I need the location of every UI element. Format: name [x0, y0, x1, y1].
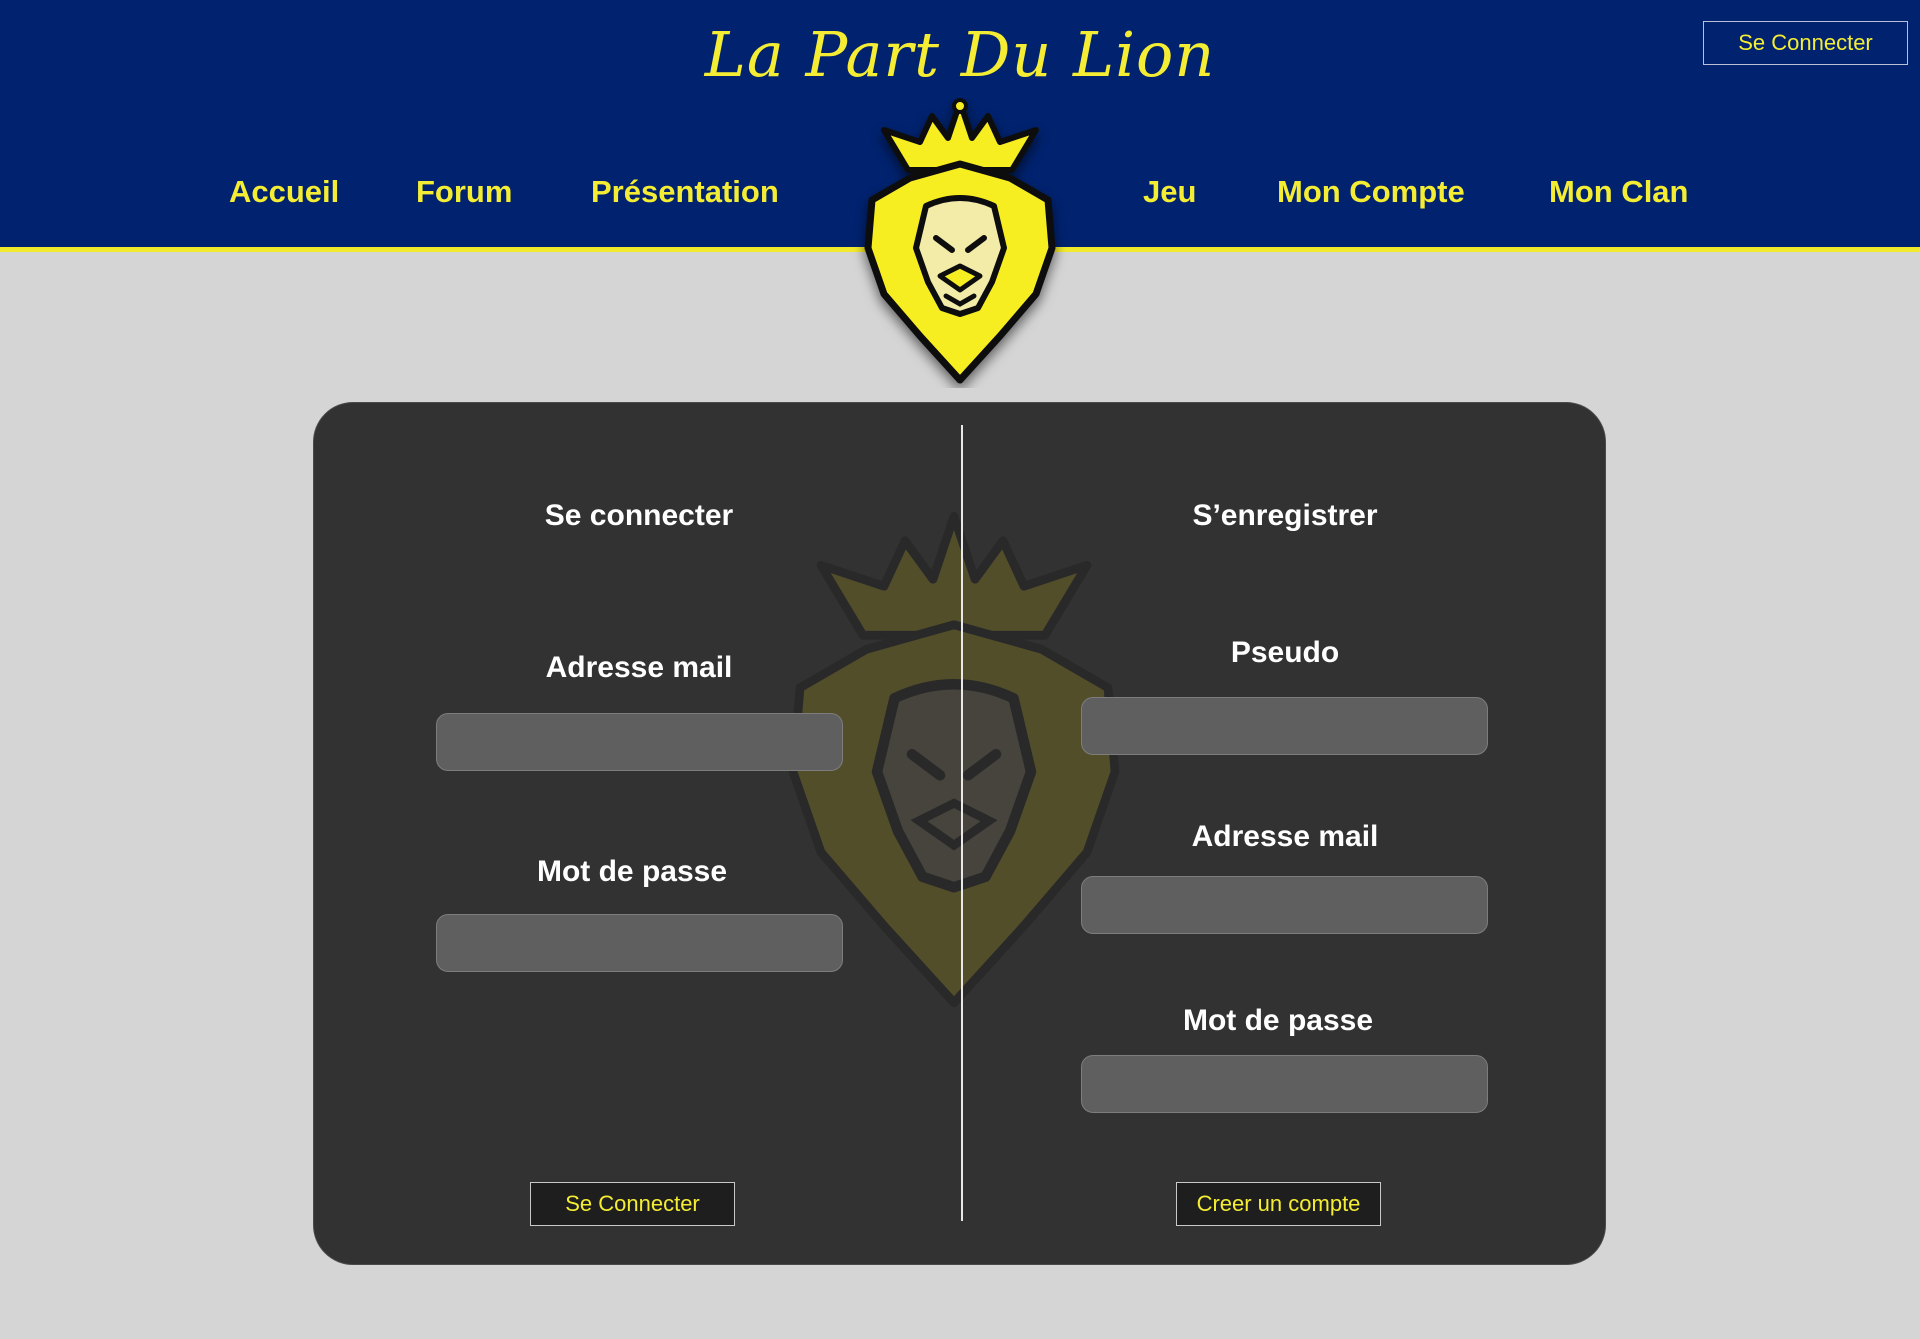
- register-submit-button[interactable]: Creer un compte: [1176, 1182, 1381, 1226]
- nav-item-mon-clan[interactable]: Mon Clan: [1549, 174, 1689, 210]
- register-email-input[interactable]: [1081, 876, 1488, 934]
- login-email-label: Adresse mail: [545, 651, 733, 684]
- brand-title: La Part Du Lion: [704, 18, 1216, 91]
- login-password-label: Mot de passe: [536, 855, 728, 888]
- register-pseudo-input[interactable]: [1081, 697, 1488, 755]
- login-title: Se connecter: [544, 499, 734, 532]
- nav-item-mon-compte[interactable]: Mon Compte: [1277, 174, 1465, 210]
- nav-item-presentation[interactable]: Présentation: [591, 174, 779, 210]
- register-email-label: Adresse mail: [1191, 820, 1379, 853]
- register-pseudo-label: Pseudo: [1230, 636, 1340, 669]
- nav-item-jeu[interactable]: Jeu: [1143, 174, 1196, 210]
- login-submit-button[interactable]: Se Connecter: [530, 1182, 735, 1226]
- nav-item-accueil[interactable]: Accueil: [229, 174, 339, 210]
- header-login-button[interactable]: Se Connecter: [1703, 21, 1908, 65]
- register-password-input[interactable]: [1081, 1055, 1488, 1113]
- register-title: S’enregistrer: [1192, 499, 1378, 532]
- login-email-input[interactable]: [436, 713, 843, 771]
- login-password-input[interactable]: [436, 914, 843, 972]
- auth-panel: Se connecter Adresse mail Mot de passe S…: [313, 402, 1606, 1265]
- lion-crown-logo-icon[interactable]: [840, 98, 1080, 388]
- register-password-label: Mot de passe: [1182, 1004, 1374, 1037]
- nav-item-forum[interactable]: Forum: [416, 174, 512, 210]
